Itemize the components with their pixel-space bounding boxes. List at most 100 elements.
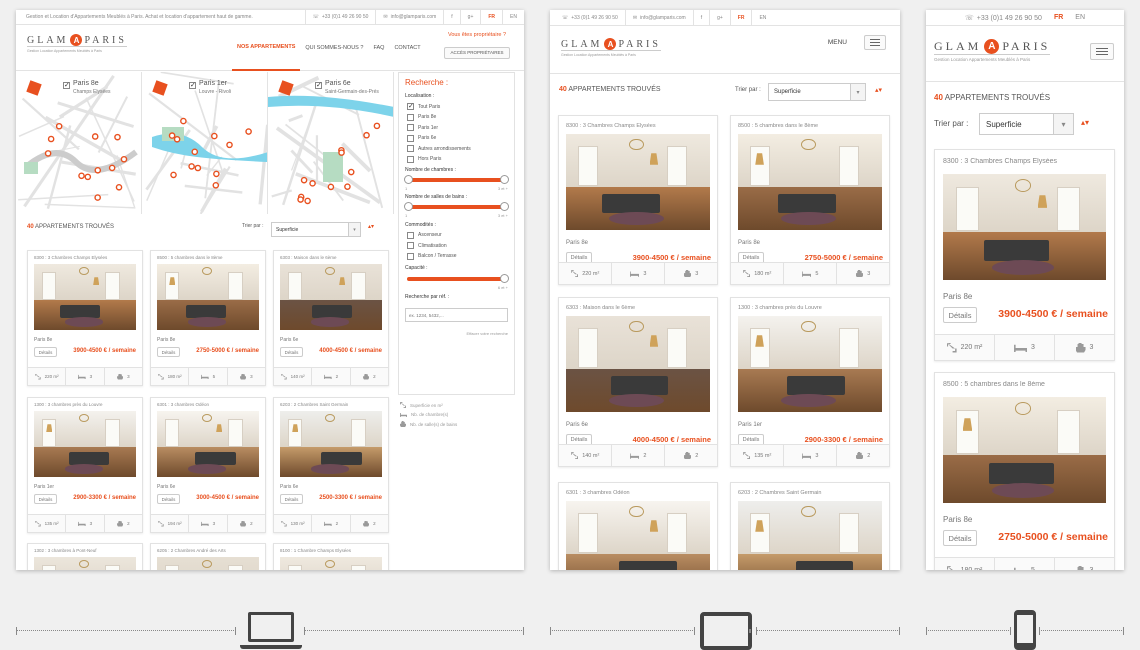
- hamburger-menu-icon[interactable]: [864, 35, 886, 50]
- listing-card[interactable]: 8500 : 5 chambres dans le 8ème Paris 8e Dé…: [730, 115, 890, 285]
- listing-card[interactable]: 1300 : 3 chambres près du Louvre Paris 1e…: [27, 397, 143, 533]
- email-link[interactable]: ✉ info@glamparis.com: [375, 10, 443, 24]
- location-checkbox[interactable]: [407, 134, 414, 142]
- owner-access-button[interactable]: ACCÈS PROPRIÉTAIRES: [444, 46, 510, 59]
- mobile-hamburger-menu-icon[interactable]: [1090, 43, 1114, 60]
- menu-label[interactable]: MENU: [828, 39, 847, 46]
- details-button[interactable]: Détails: [34, 347, 57, 357]
- location-checkbox[interactable]: [407, 145, 414, 152]
- capacity-slider[interactable]: [407, 273, 509, 283]
- listing-title[interactable]: 6303 : Maison dans le 6ème: [566, 305, 710, 311]
- tablet-logo[interactable]: GLAM A PARIS Gestion Location Appartements…: [561, 38, 661, 57]
- listing-photo[interactable]: [157, 557, 259, 570]
- listing-card[interactable]: 6203 : 2 Chambres Saint GermainParis 6eD…: [730, 482, 890, 570]
- sort-order-icon[interactable]: ▴▾: [368, 223, 374, 230]
- listing-title[interactable]: 8100 : 1 Chambre Champs Elysées: [280, 548, 382, 553]
- lang-en[interactable]: EN: [502, 10, 524, 24]
- capacity-slider-handle[interactable]: [500, 273, 509, 283]
- tablet-sort-order-icon[interactable]: ▴▾: [875, 86, 882, 94]
- mobile-sort-order-icon[interactable]: ▴▾: [1081, 118, 1089, 127]
- listing-photo[interactable]: [566, 501, 710, 570]
- baths-slider-max-handle[interactable]: [500, 201, 509, 211]
- district-checkbox[interactable]: [189, 81, 196, 89]
- nav-item-0[interactable]: NOS APPARTEMENTS: [232, 25, 301, 71]
- googleplus-icon[interactable]: g+: [459, 10, 481, 24]
- listing-card[interactable]: 1302 : 3 chambres à Pont-Neuf: [27, 543, 143, 570]
- location-option-2[interactable]: Paris 1er: [407, 124, 508, 131]
- listing-card[interactable]: 8300 : 3 Chambres Champs Elysées Paris 8e…: [558, 115, 718, 285]
- listing-title[interactable]: 8500 : 5 chambres dans le 8ème: [157, 255, 259, 260]
- clear-search-link[interactable]: Effacer votre recherche: [405, 331, 508, 336]
- listing-title[interactable]: 6203 : 2 Chambres Saint Germain: [280, 402, 382, 407]
- listing-card[interactable]: 1300 : 3 chambres près du Louvre Paris 1e…: [730, 297, 890, 467]
- listing-card[interactable]: 8500 : 5 chambres dans le 8ème Paris 8e Dé…: [934, 372, 1115, 570]
- listing-card[interactable]: 6205 : 2 Chambres André des Arts: [150, 543, 266, 570]
- listing-photo[interactable]: [280, 557, 382, 570]
- facebook-icon[interactable]: f: [443, 10, 459, 24]
- rooms-slider[interactable]: [404, 174, 509, 184]
- listing-photo[interactable]: [280, 264, 382, 330]
- listing-card[interactable]: 6301 : 3 chambres OdéonParis 6eDétails30…: [558, 482, 718, 570]
- baths-slider-min-handle[interactable]: [404, 201, 413, 211]
- listing-photo[interactable]: [157, 264, 259, 330]
- comfort-option-2[interactable]: Balcon / Terrasse: [407, 252, 508, 260]
- listing-photo[interactable]: [738, 134, 882, 230]
- listing-title[interactable]: 1300 : 3 chambres près du Louvre: [34, 402, 136, 407]
- tablet-phone-link[interactable]: ☏ +33 (0)1 49 26 90 50: [550, 10, 625, 25]
- rooms-slider-max-handle[interactable]: [500, 174, 509, 184]
- district-map-1[interactable]: Paris 1er Louvre - Rivoli: [142, 72, 268, 214]
- details-button[interactable]: Détails: [943, 307, 977, 323]
- listing-title[interactable]: 1302 : 3 chambres à Pont-Neuf: [34, 548, 136, 553]
- lang-fr[interactable]: FR: [729, 10, 752, 25]
- listing-card[interactable]: 8300 : 3 Chambres Champs Elysées Paris 8e…: [27, 250, 143, 386]
- district-map-2[interactable]: Paris 6e Saint-Germain-des-Prés: [268, 72, 394, 214]
- details-button[interactable]: Détails: [34, 494, 57, 504]
- listing-card[interactable]: 6303 : Maison dans le 6ème Paris 6e Détail…: [558, 297, 718, 467]
- location-option-1[interactable]: Paris 8e: [407, 113, 508, 121]
- location-option-4[interactable]: Autres arrondissements: [407, 145, 508, 152]
- nav-item-1[interactable]: QUI SOMMES-NOUS ?: [300, 25, 368, 71]
- tablet-sort-select[interactable]: Superficie ▾: [768, 83, 866, 101]
- listing-title[interactable]: 6303 : Maison dans le 6ème: [280, 255, 382, 260]
- baths-slider[interactable]: [404, 201, 509, 211]
- sort-select[interactable]: Superficie ▾: [271, 222, 361, 237]
- details-button[interactable]: Détails: [280, 494, 303, 504]
- listing-title[interactable]: 6301 : 3 chambres Odéon: [157, 402, 259, 407]
- listing-photo[interactable]: [34, 264, 136, 330]
- tablet-email-link[interactable]: ✉ info@glamparis.com: [624, 10, 693, 25]
- details-button[interactable]: Détails: [157, 347, 180, 357]
- lang-en[interactable]: EN: [1069, 14, 1091, 21]
- details-button[interactable]: Détails: [157, 494, 180, 504]
- ref-search-input[interactable]: [405, 308, 508, 322]
- details-button[interactable]: Détails: [943, 530, 977, 546]
- nav-item-2[interactable]: FAQ: [368, 25, 389, 71]
- location-checkbox[interactable]: [407, 124, 414, 131]
- location-checkbox[interactable]: [407, 155, 414, 163]
- listing-photo[interactable]: [566, 316, 710, 412]
- comfort-checkbox[interactable]: [407, 252, 414, 260]
- location-checkbox[interactable]: [407, 113, 414, 121]
- listing-card[interactable]: 8500 : 5 chambres dans le 8ème Paris 8e Dé…: [150, 250, 266, 386]
- lang-fr[interactable]: FR: [480, 10, 502, 24]
- facebook-icon[interactable]: f: [692, 10, 709, 25]
- location-option-3[interactable]: Paris 6e: [407, 134, 508, 142]
- nav-item-3[interactable]: CONTACT: [389, 25, 425, 71]
- lang-fr[interactable]: FR: [1048, 14, 1069, 21]
- listing-photo[interactable]: [943, 174, 1106, 280]
- location-option-5[interactable]: Hors Paris: [407, 155, 508, 163]
- listing-photo[interactable]: [566, 134, 710, 230]
- listing-title[interactable]: 1300 : 3 chambres près du Louvre: [738, 305, 882, 311]
- listing-card[interactable]: 6303 : Maison dans le 6ème Paris 6e Détail…: [273, 250, 389, 386]
- listing-photo[interactable]: [34, 411, 136, 477]
- googleplus-icon[interactable]: g+: [709, 10, 730, 25]
- listing-title[interactable]: 8300 : 3 Chambres Champs Elysées: [34, 255, 136, 260]
- district-checkbox[interactable]: [63, 81, 70, 89]
- rooms-slider-min-handle[interactable]: [404, 174, 413, 184]
- listing-photo[interactable]: [157, 411, 259, 477]
- listing-photo[interactable]: [943, 397, 1106, 503]
- listing-title[interactable]: 6203 : 2 Chambres Saint Germain: [738, 490, 882, 496]
- comfort-checkbox[interactable]: [407, 231, 414, 239]
- listing-title[interactable]: 6205 : 2 Chambres André des Arts: [157, 548, 259, 553]
- location-option-0[interactable]: Tout Paris: [407, 102, 508, 110]
- phone-link[interactable]: ☏ +33 (0)1 49 26 90 50: [304, 10, 376, 24]
